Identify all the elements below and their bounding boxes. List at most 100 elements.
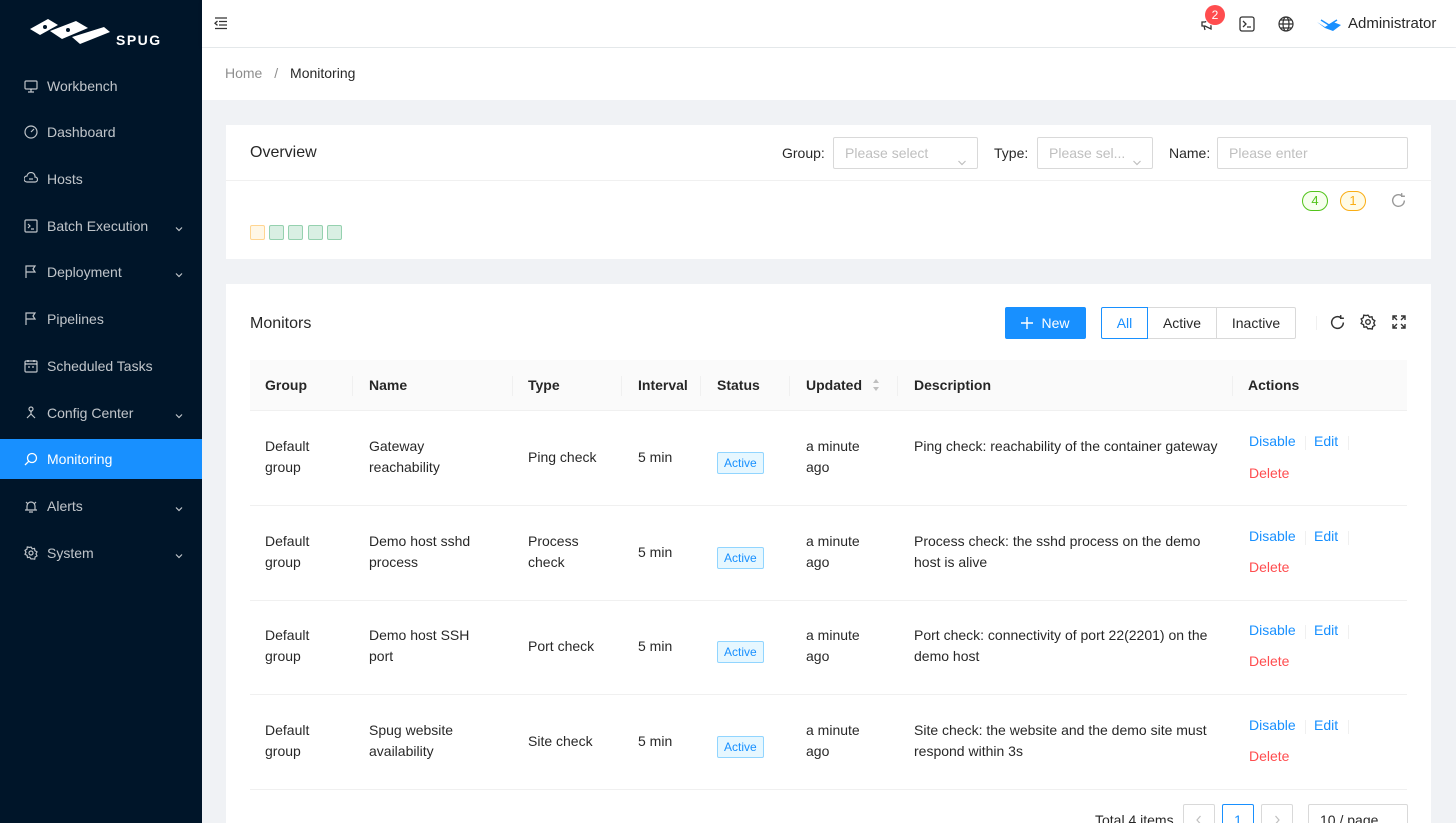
fullscreen-icon[interactable] xyxy=(1392,315,1406,332)
cell-group: Default group xyxy=(265,533,310,570)
toolbar-divider xyxy=(1316,316,1317,330)
delete-link[interactable]: Delete xyxy=(1249,748,1289,764)
sidebar-item-scheduled-tasks[interactable]: Scheduled Tasks xyxy=(0,346,202,386)
monitor-icon xyxy=(24,452,38,466)
page-size-select[interactable]: 10 / page xyxy=(1308,804,1408,823)
chevron-down-icon xyxy=(174,221,184,237)
disable-link[interactable]: Disable xyxy=(1249,528,1296,544)
reload-icon[interactable] xyxy=(1390,192,1407,212)
pagination-total: Total 4 items xyxy=(1095,812,1174,823)
breadcrumb-home[interactable]: Home xyxy=(225,65,262,81)
status-square-ok[interactable] xyxy=(327,225,342,240)
avatar[interactable] xyxy=(1317,18,1341,34)
column-separator xyxy=(621,376,622,396)
status-square-ok[interactable] xyxy=(288,225,303,240)
prev-page-button[interactable] xyxy=(1183,804,1215,823)
delete-link[interactable]: Delete xyxy=(1249,465,1289,481)
sort-icon[interactable] xyxy=(872,378,880,395)
chevron-down-icon xyxy=(1132,148,1142,168)
type-filter-label: Type: xyxy=(994,145,1029,161)
edit-link[interactable]: Edit xyxy=(1314,622,1338,638)
overview-title: Overview xyxy=(250,144,317,161)
disable-link[interactable]: Disable xyxy=(1249,433,1296,449)
setting-icon xyxy=(24,546,38,560)
warning-count-badge[interactable]: 1 xyxy=(1340,191,1366,211)
code-icon xyxy=(24,219,38,233)
action-divider xyxy=(1348,436,1349,450)
status-square-ok[interactable] xyxy=(308,225,323,240)
sidebar-item-monitoring[interactable]: Monitoring xyxy=(0,439,202,479)
chevron-down-icon xyxy=(174,548,184,564)
column-header-updated[interactable]: Updated xyxy=(806,377,862,393)
column-separator xyxy=(1232,376,1233,396)
status-square-ok[interactable] xyxy=(269,225,284,240)
setting-icon[interactable] xyxy=(1360,314,1376,333)
column-separator xyxy=(789,376,790,396)
ok-count-badge[interactable]: 4 xyxy=(1302,191,1328,211)
sidebar-item-label: Scheduled Tasks xyxy=(47,358,153,374)
reload-icon[interactable] xyxy=(1329,314,1346,334)
sidebar-item-label: Hosts xyxy=(47,171,83,187)
edit-link[interactable]: Edit xyxy=(1314,433,1338,449)
sidebar-item-label: Deployment xyxy=(47,264,122,280)
name-input[interactable]: Please enter xyxy=(1217,137,1408,169)
name-input-placeholder: Please enter xyxy=(1229,145,1308,161)
chevron-left-icon xyxy=(1196,815,1201,823)
sidebar-item-label: Batch Execution xyxy=(47,218,149,234)
cell-description: Port check: connectivity of port 22(2201… xyxy=(914,627,1208,664)
name-filter-label: Name: xyxy=(1169,145,1211,161)
filter-active[interactable]: Active xyxy=(1147,307,1217,339)
sidebar-item-deployment[interactable]: Deployment xyxy=(0,252,202,292)
menu-fold-icon[interactable] xyxy=(214,17,228,33)
cell-updated: a minute ago xyxy=(806,438,860,475)
sidebar-item-batch-execution[interactable]: Batch Execution xyxy=(0,206,202,246)
global-icon[interactable] xyxy=(1278,16,1294,35)
sidebar-item-label: Dashboard xyxy=(47,124,116,140)
sidebar-item-system[interactable]: System xyxy=(0,533,202,573)
column-header-type: Type xyxy=(528,377,560,393)
action-divider xyxy=(1348,531,1349,545)
delete-link[interactable]: Delete xyxy=(1249,559,1289,575)
user-name[interactable]: Administrator xyxy=(1348,15,1436,32)
chevron-down-icon xyxy=(1389,815,1399,823)
chevron-right-icon xyxy=(1275,815,1280,823)
status-square-warning[interactable] xyxy=(250,225,265,240)
logo-text: SPUG xyxy=(116,32,162,48)
sidebar-item-label: Config Center xyxy=(47,405,134,421)
overview-card: Overview Group: Please select Type: Plea… xyxy=(226,125,1431,259)
sidebar-item-config-center[interactable]: Config Center xyxy=(0,393,202,433)
new-monitor-button[interactable]: New xyxy=(1005,307,1086,339)
delete-link[interactable]: Delete xyxy=(1249,653,1289,669)
sidebar-item-hosts[interactable]: Hosts xyxy=(0,159,202,199)
terminal-icon[interactable] xyxy=(1239,16,1255,35)
edit-link[interactable]: Edit xyxy=(1314,717,1338,733)
logo[interactable]: SPUG xyxy=(0,0,202,62)
action-divider xyxy=(1305,531,1306,545)
table-row: Default group Gateway reachability Ping … xyxy=(250,411,1407,506)
sidebar-item-pipelines[interactable]: Pipelines xyxy=(0,299,202,339)
disable-link[interactable]: Disable xyxy=(1249,717,1296,733)
type-select-placeholder: Please sel... xyxy=(1049,145,1126,161)
disable-link[interactable]: Disable xyxy=(1249,622,1296,638)
cell-updated: a minute ago xyxy=(806,722,860,759)
sidebar-item-dashboard[interactable]: Dashboard xyxy=(0,112,202,152)
sidebar-item-alerts[interactable]: Alerts xyxy=(0,486,202,526)
status-badge: Active xyxy=(717,736,764,758)
filter-inactive[interactable]: Inactive xyxy=(1216,307,1296,339)
page-size-value: 10 / page xyxy=(1320,812,1379,823)
cell-group: Default group xyxy=(265,438,310,475)
page-1-button[interactable]: 1 xyxy=(1222,804,1254,823)
type-select[interactable]: Please sel... xyxy=(1037,137,1153,169)
breadcrumb-separator: / xyxy=(274,65,279,81)
filter-all[interactable]: All xyxy=(1101,307,1148,339)
status-badge: Active xyxy=(717,641,764,663)
cell-description: Process check: the sshd process on the d… xyxy=(914,533,1201,570)
monitors-card: Monitors New All Active Inactive Group N… xyxy=(226,284,1431,823)
sidebar-item-workbench[interactable]: Workbench xyxy=(0,66,202,106)
column-separator xyxy=(897,376,898,396)
column-header-status: Status xyxy=(717,377,760,393)
group-select[interactable]: Please select xyxy=(833,137,978,169)
edit-link[interactable]: Edit xyxy=(1314,528,1338,544)
action-divider xyxy=(1305,436,1306,450)
next-page-button[interactable] xyxy=(1261,804,1293,823)
